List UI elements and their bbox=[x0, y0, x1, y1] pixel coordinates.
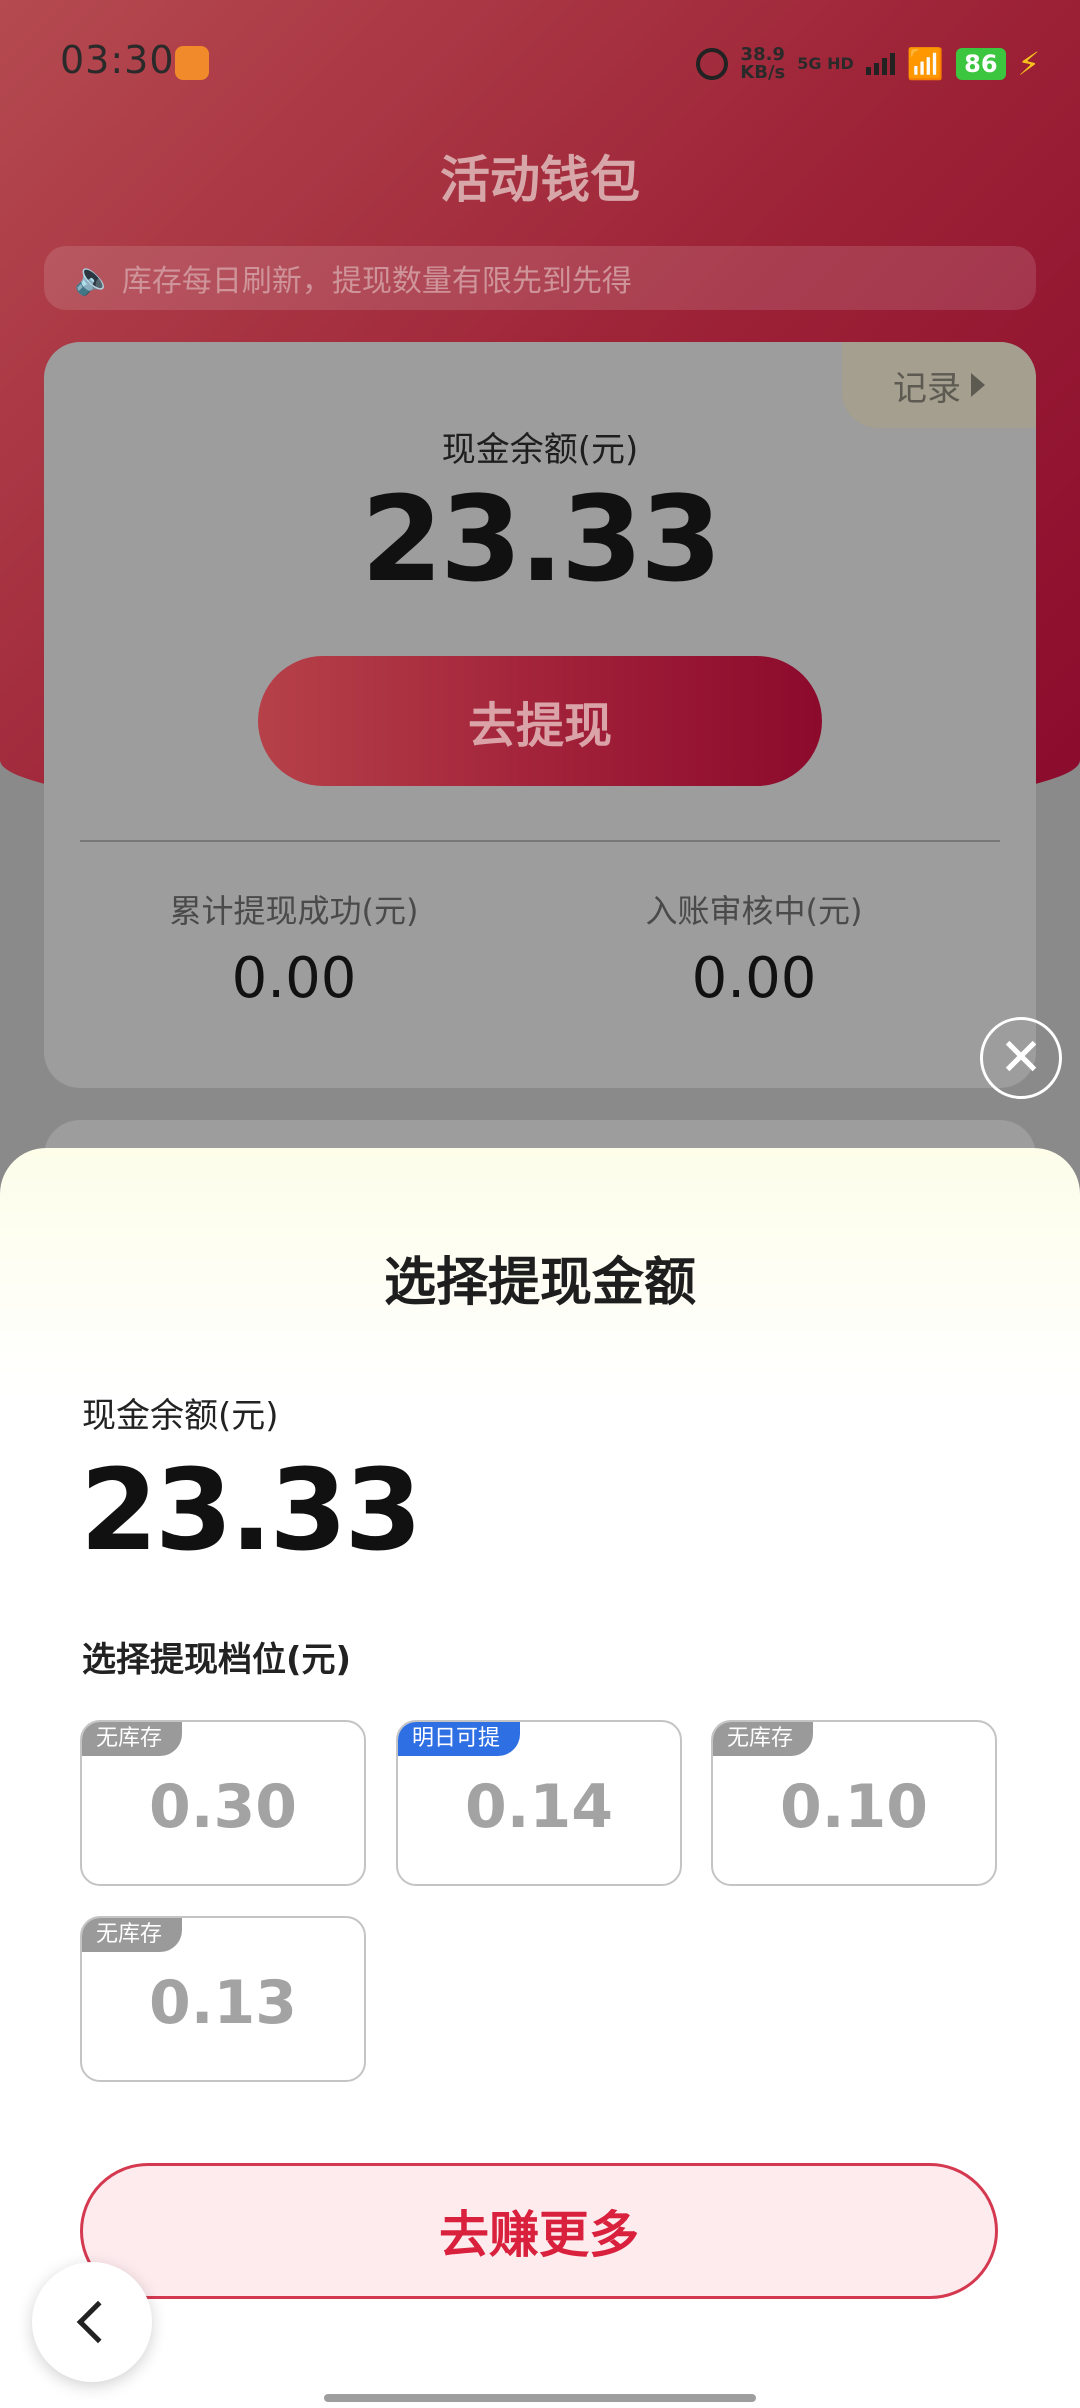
signal-icon bbox=[865, 53, 895, 75]
stock-badge: 无库存 bbox=[713, 1722, 814, 1756]
speaker-icon: 🔈 bbox=[74, 259, 114, 297]
pending-label: 入账审核中(元) bbox=[645, 892, 863, 930]
network-type: 5G HD bbox=[797, 54, 854, 73]
tier-option[interactable]: 无库存 0.10 bbox=[711, 1720, 997, 1886]
total-success-label: 累计提现成功(元) bbox=[169, 892, 419, 930]
tier-option[interactable]: 明日可提 0.14 bbox=[396, 1720, 682, 1886]
stock-badge: 无库存 bbox=[82, 1722, 183, 1756]
app-notification-icon bbox=[175, 46, 209, 80]
alarm-icon bbox=[696, 48, 729, 80]
battery-icon: 86 bbox=[956, 48, 1006, 80]
withdraw-button[interactable]: 去提现 bbox=[258, 656, 822, 786]
wifi-icon: 📶 bbox=[906, 46, 945, 82]
record-button[interactable]: 记录 bbox=[842, 342, 1036, 428]
secondary-card bbox=[44, 1120, 1036, 1150]
total-success-value: 0.00 bbox=[231, 946, 357, 1011]
divider bbox=[80, 840, 1000, 842]
tier-value: 0.14 bbox=[464, 1772, 614, 1842]
back-button[interactable] bbox=[32, 2262, 152, 2382]
sheet-balance-amount: 23.33 bbox=[80, 1446, 422, 1576]
triangle-right-icon bbox=[971, 373, 985, 397]
tier-section-label: 选择提现档位(元) bbox=[82, 1640, 352, 1680]
stock-badge: 无库存 bbox=[82, 1918, 183, 1952]
background-page: 03:30 38.9 KB/s 5G HD 📶 86 ⚡ 活动钱包 🔈 库存每日… bbox=[0, 0, 1080, 1150]
tier-value: 0.30 bbox=[148, 1772, 298, 1842]
status-icons: 38.9 KB/s 5G HD 📶 86 ⚡ bbox=[696, 44, 1040, 84]
wallet-card: 记录 现金余额(元) 23.33 去提现 累计提现成功(元) 0.00 入账审核… bbox=[44, 342, 1036, 1088]
stock-badge: 明日可提 bbox=[398, 1722, 521, 1756]
status-time: 03:30 bbox=[60, 38, 175, 82]
pending-value: 0.00 bbox=[691, 946, 817, 1011]
total-success-stat: 累计提现成功(元) 0.00 bbox=[84, 886, 504, 1011]
notice-bar: 🔈 库存每日刷新，提现数量有限先到先得 bbox=[44, 246, 1036, 310]
tier-value: 0.13 bbox=[148, 1968, 298, 2038]
close-icon[interactable]: ✕ bbox=[980, 1017, 1062, 1099]
notice-text: 库存每日刷新，提现数量有限先到先得 bbox=[121, 264, 632, 299]
earn-more-button[interactable]: 去赚更多 bbox=[80, 2163, 998, 2299]
sheet-title: 选择提现金额 bbox=[383, 1253, 696, 1313]
tier-value: 0.10 bbox=[779, 1772, 929, 1842]
charging-icon: ⚡ bbox=[1017, 45, 1040, 83]
tier-option[interactable]: 无库存 0.13 bbox=[80, 1916, 366, 2082]
balance-amount: 23.33 bbox=[360, 470, 722, 608]
sheet-balance-label: 现金余额(元) bbox=[82, 1396, 279, 1436]
tier-option[interactable]: 无库存 0.30 bbox=[80, 1720, 366, 1886]
balance-label: 现金余额(元) bbox=[441, 430, 639, 470]
home-indicator[interactable] bbox=[324, 2394, 756, 2402]
status-bar: 03:30 38.9 KB/s 5G HD 📶 86 ⚡ bbox=[0, 0, 1080, 126]
record-label: 记录 bbox=[893, 368, 961, 409]
pending-stat: 入账审核中(元) 0.00 bbox=[544, 886, 964, 1011]
chevron-left-icon bbox=[76, 2300, 120, 2344]
page-title: 活动钱包 bbox=[440, 151, 640, 209]
net-speed: 38.9 KB/s bbox=[740, 44, 786, 83]
